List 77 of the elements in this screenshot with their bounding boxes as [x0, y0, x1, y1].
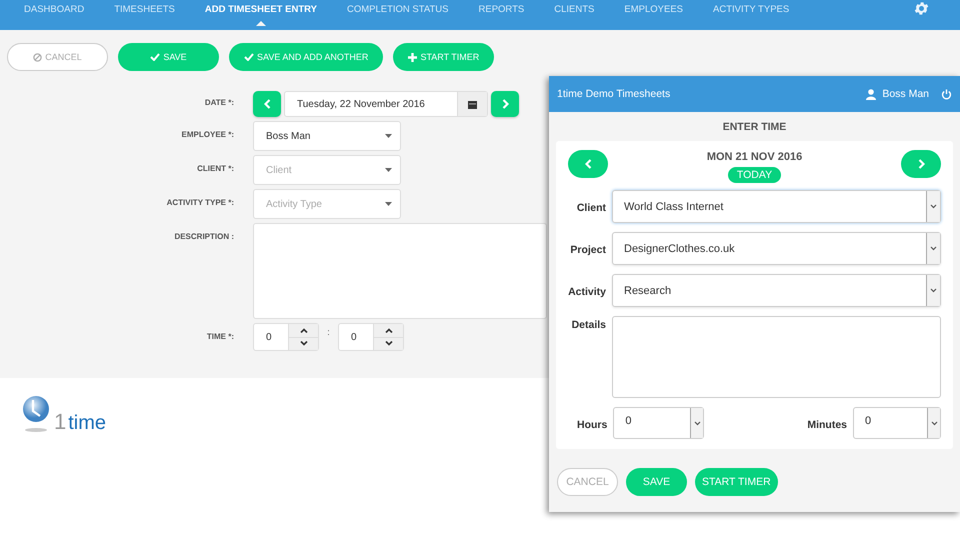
toolbar-button[interactable]: SAVE: [118, 43, 219, 71]
field-label: Client: [576, 201, 606, 214]
nav-tab[interactable]: EMPLOYEES: [624, 0, 683, 26]
plus-icon: [408, 52, 418, 62]
field-label: ACTIVITY TYPE *:: [166, 197, 234, 209]
chevron-up-icon: [384, 328, 392, 333]
field-label: Project: [569, 243, 606, 256]
calendar-icon: [468, 100, 477, 108]
chevron-down-icon: [930, 288, 937, 293]
chevron-down-icon: [694, 420, 701, 426]
power-icon[interactable]: [941, 88, 952, 100]
caret-down-icon: [385, 134, 392, 138]
section-heading: ENTER TIME: [722, 120, 788, 135]
previous-day-button[interactable]: [568, 150, 608, 178]
logo-numeral: 1: [54, 411, 66, 433]
check-icon: [244, 53, 254, 61]
check-icon: [150, 53, 160, 61]
nav-tab[interactable]: COMPLETION STATUS: [346, 0, 448, 26]
number-field[interactable]: 0: [338, 323, 404, 351]
user-name[interactable]: Boss Man: [882, 88, 929, 100]
field-label: CLIENT *:: [196, 163, 234, 175]
chevron-down-icon: [300, 341, 308, 346]
toolbar-button[interactable]: SAVE AND ADD ANOTHER: [229, 43, 384, 71]
settings-icon[interactable]: [913, 0, 930, 17]
panel-title: 1time Demo Timesheets: [557, 88, 672, 100]
chevron-left-icon: [584, 159, 592, 169]
ban-icon: [33, 52, 42, 62]
select-field[interactable]: Client: [253, 155, 401, 185]
details-field[interactable]: [612, 316, 941, 398]
previous-day-button[interactable]: [253, 91, 281, 117]
clock-icon: [22, 395, 52, 433]
nav-tab[interactable]: TIMESHEETS: [114, 0, 175, 26]
field-label: Activity: [568, 285, 606, 298]
calendar-button[interactable]: [457, 92, 487, 116]
toolbar-button[interactable]: START TIMER: [393, 43, 494, 71]
select-field[interactable]: 0: [613, 407, 704, 439]
nav-tab[interactable]: ACTIVITY TYPES: [713, 0, 790, 26]
logo-word: time: [68, 413, 106, 433]
nav-tab[interactable]: ADD TIMESHEET ENTRY: [204, 0, 317, 26]
today-button[interactable]: TODAY: [728, 167, 782, 183]
select-field[interactable]: Research: [612, 274, 941, 307]
chevron-right-icon: [502, 99, 508, 109]
date-text: MON 21 NOV 2016: [706, 151, 802, 163]
select-field[interactable]: Boss Man: [253, 121, 401, 151]
field-label: Details: [570, 318, 606, 331]
chevron-down-icon: [930, 420, 938, 426]
time-separator: :: [326, 327, 331, 337]
caret-down-icon: [385, 168, 392, 172]
field-label: DESCRIPTION :: [173, 231, 234, 243]
select-field[interactable]: 0: [853, 407, 941, 439]
chevron-right-icon: [918, 159, 924, 169]
nav-tab[interactable]: DASHBOARD: [24, 0, 84, 26]
toolbar-button[interactable]: CANCEL: [7, 43, 108, 71]
next-day-button[interactable]: [901, 150, 941, 178]
select-field[interactable]: World Class Internet: [612, 190, 941, 223]
chevron-up-icon: [300, 328, 308, 333]
field-label: Minutes: [807, 418, 847, 431]
caret-down-icon: [385, 202, 392, 206]
field-label: DATE *:: [204, 97, 234, 109]
chevron-left-icon: [264, 99, 270, 109]
panel-button[interactable]: CANCEL: [557, 468, 618, 496]
chevron-down-icon: [930, 204, 937, 209]
select-field[interactable]: Activity Type: [253, 189, 401, 219]
select-field[interactable]: DesignerClothes.co.uk: [612, 232, 941, 265]
panel-button[interactable]: SAVE: [626, 468, 687, 496]
field-label: EMPLOYEE *:: [180, 129, 234, 141]
field-label: TIME *:: [206, 331, 234, 343]
nav-tab[interactable]: REPORTS: [478, 0, 524, 26]
chevron-down-icon: [384, 341, 392, 346]
user-icon: [866, 88, 876, 100]
description-field[interactable]: [253, 223, 547, 319]
panel-button[interactable]: START TIMER: [695, 468, 778, 496]
number-field[interactable]: 0: [253, 323, 319, 351]
chevron-down-icon: [930, 246, 937, 251]
date-field[interactable]: Tuesday, 22 November 2016: [284, 91, 488, 117]
field-label: Hours: [577, 418, 608, 431]
nav-tab[interactable]: CLIENTS: [554, 0, 594, 26]
